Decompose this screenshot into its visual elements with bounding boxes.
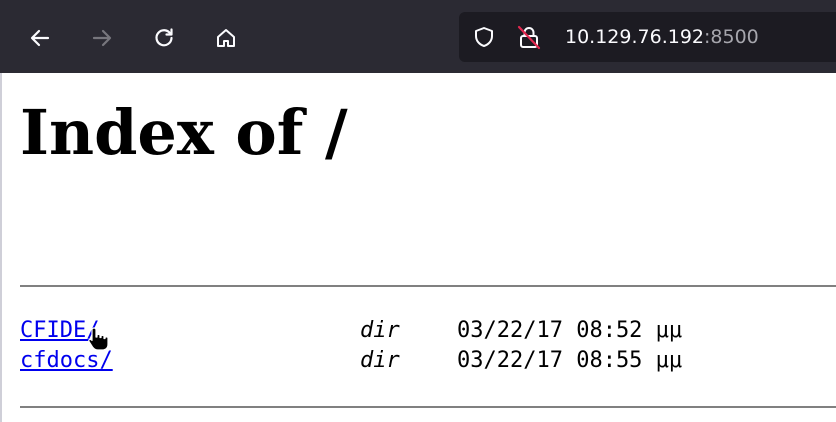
- entry-modified: 03/22/17 08:52 μμ: [457, 318, 683, 343]
- back-button[interactable]: [22, 20, 58, 56]
- home-button[interactable]: [208, 20, 244, 56]
- home-icon: [217, 29, 235, 47]
- arrow-right-icon: [92, 29, 112, 47]
- shield-icon[interactable]: [472, 25, 496, 49]
- browser-toolbar: 10.129.76.192:8500: [0, 0, 836, 73]
- url-text[interactable]: 10.129.76.192:8500: [565, 24, 759, 50]
- forward-button[interactable]: [84, 20, 120, 56]
- list-item: cfdocs/ dir 03/22/17 08:55 μμ: [20, 346, 836, 376]
- directory-listing: CFIDE/ dir 03/22/17 08:52 μμ cfdocs/ dir…: [20, 316, 836, 376]
- entry-type: dir: [360, 318, 400, 343]
- list-item: CFIDE/ dir 03/22/17 08:52 μμ: [20, 316, 836, 346]
- url-host: 10.129.76.192: [565, 26, 705, 48]
- page-content: Index of / CFIDE/ dir 03/22/17 08:52 μμ …: [0, 73, 836, 422]
- hand-cursor-icon: [88, 327, 109, 351]
- address-bar[interactable]: 10.129.76.192:8500: [459, 12, 836, 62]
- url-port: :8500: [704, 26, 759, 48]
- lock-insecure-icon[interactable]: [516, 24, 542, 50]
- divider-top: [20, 285, 836, 287]
- page-title: Index of /: [20, 96, 348, 169]
- reload-button[interactable]: [146, 20, 182, 56]
- arrow-left-icon: [30, 29, 50, 47]
- entry-type: dir: [360, 348, 400, 373]
- reload-icon: [155, 28, 173, 47]
- divider-bottom: [20, 406, 836, 408]
- entry-modified: 03/22/17 08:55 μμ: [457, 348, 683, 373]
